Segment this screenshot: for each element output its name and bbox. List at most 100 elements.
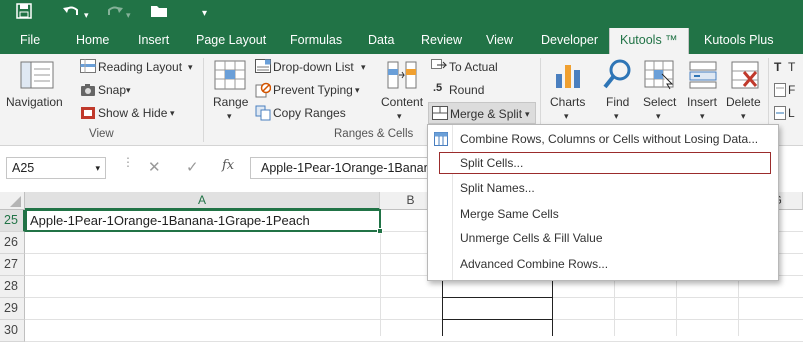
cell-a25-value: Apple-1Pear-1Orange-1Banana-1Grape-1Peac… [30, 213, 310, 228]
insert-icon [688, 60, 718, 93]
group-separator [203, 58, 204, 142]
row-header-29[interactable]: 29 [0, 298, 25, 320]
combine-icon [434, 132, 448, 149]
redo-icon [106, 3, 124, 24]
content-label: Content [381, 95, 424, 109]
charts-dropdown-icon: ▾ [564, 111, 569, 121]
select-icon [644, 60, 676, 93]
merge-split-button[interactable]: Merge & Split ▾ [428, 102, 536, 124]
tab-home[interactable]: Home [66, 26, 119, 54]
show-hide-icon [80, 106, 96, 123]
link-partial-label: L [788, 106, 795, 120]
save-icon[interactable] [16, 3, 32, 24]
menu-item-split-names[interactable]: Split Names... [460, 181, 535, 195]
round-icon: .5 [433, 82, 443, 94]
round-label: Round [449, 83, 485, 97]
dropdown-list-icon [255, 59, 271, 76]
tab-kutools[interactable]: Kutools ™ [609, 28, 689, 54]
tab-kutools-plus[interactable]: Kutools Plus [694, 26, 783, 54]
open-icon[interactable] [150, 3, 170, 24]
quick-access-toolbar: ▾ ▾ ▾ [0, 0, 803, 26]
row-header-26[interactable]: 26 [0, 232, 25, 254]
reading-layout-icon [80, 59, 96, 76]
find-dropdown-icon: ▾ [614, 111, 619, 121]
insert-dropdown-icon: ▾ [700, 111, 705, 121]
show-hide-dropdown-icon: ▾ [170, 108, 175, 118]
cell-border [443, 319, 552, 320]
tab-review[interactable]: Review [411, 26, 472, 54]
dropdown-list-label: Drop-down List [273, 60, 354, 74]
column-header-a[interactable]: A [25, 192, 380, 210]
ranges-cells-group-label: Ranges & Cells [334, 128, 414, 140]
tab-formulas[interactable]: Formulas [280, 26, 352, 54]
range-icon [214, 60, 246, 93]
link-icon [774, 106, 786, 123]
merge-split-dropdown-icon: ▾ [525, 109, 530, 119]
cancel-icon[interactable]: ✕ [148, 158, 161, 176]
range-dropdown-icon: ▾ [227, 111, 232, 121]
content-dropdown-icon: ▾ [397, 111, 402, 121]
merge-split-label: Merge & Split [450, 107, 523, 121]
undo-icon[interactable] [62, 3, 80, 24]
tab-file[interactable]: File [10, 26, 50, 54]
menu-item-combine[interactable]: Combine Rows, Columns or Cells without L… [460, 132, 758, 146]
active-cell-a25[interactable]: Apple-1Pear-1Orange-1Banana-1Grape-1Peac… [25, 209, 383, 234]
row-header-25[interactable]: 25 [0, 210, 25, 232]
prevent-typing-dropdown-icon: ▾ [355, 85, 360, 95]
prevent-typing-icon [255, 82, 272, 101]
to-actual-icon [431, 59, 448, 76]
dropdown-list-dropdown-icon: ▾ [361, 62, 366, 72]
text-partial-label: T [788, 60, 796, 74]
insert-function-icon[interactable]: fx [222, 158, 234, 173]
tab-view[interactable]: View [476, 26, 523, 54]
content-icon [386, 60, 418, 93]
copy-ranges-icon [255, 105, 271, 124]
row-header-30[interactable]: 30 [0, 320, 25, 342]
show-hide-label: Show & Hide [98, 106, 168, 120]
navigation-label: Navigation [6, 95, 63, 109]
customize-qat-icon[interactable]: ▾ [202, 5, 207, 23]
row-header-28[interactable]: 28 [0, 276, 25, 298]
formula-dots-icon: ⋮ [122, 155, 134, 169]
text-icon: T [774, 60, 782, 74]
view-group-label: View [89, 128, 114, 140]
tab-data[interactable]: Data [358, 26, 404, 54]
split-cells-label: Split Cells... [460, 156, 524, 170]
name-box-dropdown-icon[interactable]: ▾ [95, 158, 100, 178]
tab-insert[interactable]: Insert [128, 26, 179, 54]
copy-ranges-label: Copy Ranges [273, 106, 346, 120]
tab-developer[interactable]: Developer [531, 26, 608, 54]
cell-border [443, 297, 552, 298]
undo-dropdown-icon[interactable]: ▾ [84, 6, 89, 24]
to-actual-label: To Actual [449, 60, 498, 74]
merge-split-icon [432, 106, 448, 123]
merge-split-menu: Combine Rows, Columns or Cells without L… [427, 124, 779, 281]
enter-icon[interactable]: ✓ [186, 158, 199, 176]
delete-icon [730, 60, 760, 93]
name-box-value: A25 [12, 161, 35, 175]
charts-icon [553, 60, 583, 93]
menu-item-merge-same-cells[interactable]: Merge Same Cells [460, 207, 559, 221]
menu-item-unmerge-cells[interactable]: Unmerge Cells & Fill Value [460, 231, 603, 245]
menu-item-split-cells[interactable]: Split Cells... [439, 152, 771, 174]
select-dropdown-icon: ▾ [656, 111, 661, 121]
row-header-27[interactable]: 27 [0, 254, 25, 276]
select-all-corner[interactable] [0, 192, 25, 210]
format-partial-label: F [788, 83, 796, 97]
menu-icon-gutter [452, 125, 453, 280]
menu-item-advanced-combine-rows[interactable]: Advanced Combine Rows... [460, 257, 608, 271]
tab-page-layout[interactable]: Page Layout [186, 26, 276, 54]
prevent-typing-label: Prevent Typing [273, 83, 353, 97]
reading-layout-dropdown-icon: ▾ [188, 62, 193, 72]
snap-label: Snap [98, 83, 127, 97]
find-icon [603, 59, 633, 94]
format-icon [774, 83, 786, 100]
reading-layout-label: Reading Layout [98, 60, 183, 74]
sheet-row [25, 320, 803, 342]
sheet-row [25, 298, 803, 320]
name-box[interactable]: A25 ▾ [6, 157, 106, 179]
formula-input[interactable]: Apple-1Pear-1Orange-1Banana-1Grape-1Peac… [250, 157, 440, 179]
delete-dropdown-icon: ▾ [741, 111, 746, 121]
navigation-icon [20, 60, 54, 93]
fill-handle[interactable] [377, 228, 383, 234]
